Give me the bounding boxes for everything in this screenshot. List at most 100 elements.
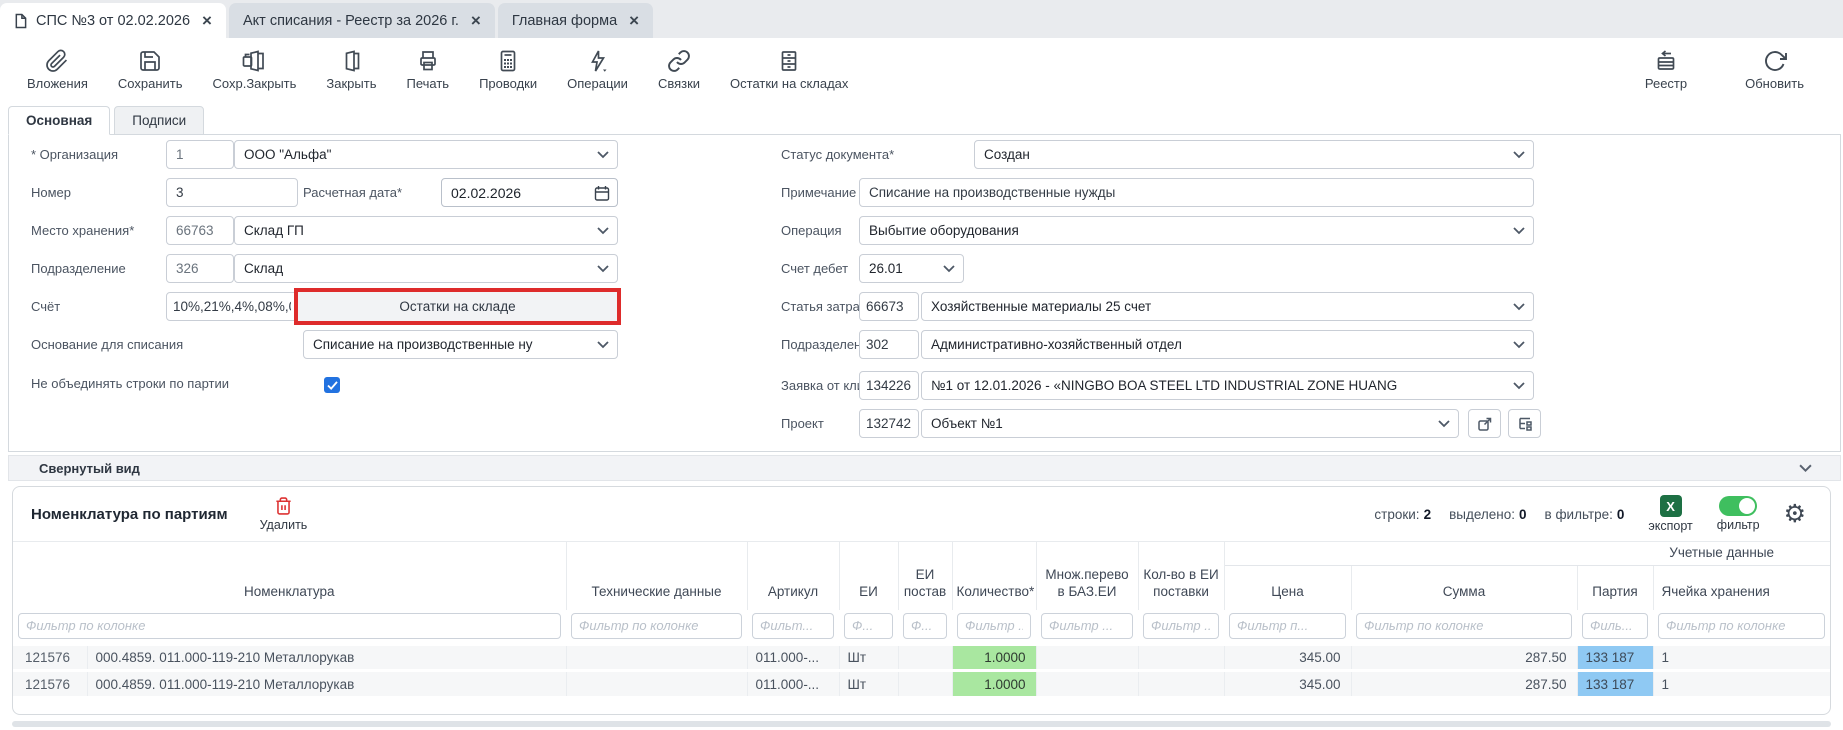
cell-quantity[interactable]: 1.0000 (952, 671, 1036, 698)
links-button[interactable]: Связки (658, 47, 700, 91)
storage-code-input[interactable] (166, 216, 234, 245)
cell-base-mult[interactable] (1036, 644, 1138, 671)
project-tree-button[interactable] (1508, 409, 1541, 438)
tab-main[interactable]: Основная (8, 106, 110, 135)
col-header-tech-data[interactable]: Технические данные (566, 542, 747, 610)
filter-input-base-mult[interactable] (1041, 613, 1133, 639)
cell-supplier-unit[interactable] (898, 671, 952, 698)
filter-input-price[interactable] (1229, 613, 1346, 639)
col-header-storage-cell[interactable]: Ячейка хранения (1653, 566, 1830, 610)
filter-input-tech-data[interactable] (571, 613, 742, 639)
close-button[interactable]: Закрыть (326, 47, 376, 91)
postings-button[interactable]: Проводки (479, 47, 537, 91)
cell-nomenclature[interactable]: 000.4859. 011.000-119-210 Металлорукав (87, 671, 566, 698)
col-header-article[interactable]: Артикул (747, 542, 839, 610)
col-header-sum[interactable]: Сумма (1351, 566, 1577, 610)
project-code-input[interactable] (859, 409, 919, 438)
col-header-base-mult[interactable]: Множ.перево в БАЗ.ЕИ (1036, 542, 1138, 610)
cell-row-id[interactable]: 121576 (13, 644, 87, 671)
save-button[interactable]: Сохранить (118, 47, 183, 91)
print-button[interactable]: Печать (406, 47, 449, 91)
gear-icon[interactable]: ⚙ (1784, 502, 1806, 527)
window-tab-document[interactable]: СПС №3 от 02.02.2026 × (0, 3, 226, 38)
cell-article[interactable]: 011.000-... (747, 644, 839, 671)
cell-quantity[interactable]: 1.0000 (952, 644, 1036, 671)
client-request-select[interactable]: №1 от 12.01.2026 - «NINGBO BOA STEEL LTD… (921, 371, 1534, 400)
refresh-button[interactable]: Обновить (1745, 47, 1804, 91)
storage-select[interactable]: Склад ГП (234, 216, 618, 245)
cell-batch[interactable]: 133 187 (1577, 671, 1653, 698)
col-header-quantity[interactable]: Количество* (952, 542, 1036, 610)
close-icon[interactable]: × (471, 12, 481, 29)
cell-article[interactable]: 011.000-... (747, 671, 839, 698)
no-merge-checkbox[interactable] (324, 377, 340, 393)
project-select[interactable]: Объект №1 (921, 409, 1459, 438)
filter-input-unit[interactable] (844, 613, 893, 639)
window-tab-registry[interactable]: Акт списания - Реестр за 2026 г. × (229, 3, 495, 38)
cell-unit[interactable]: Шт (839, 644, 898, 671)
filter-input-storage-cell[interactable] (1658, 613, 1825, 639)
filter-toggle[interactable]: фильтр (1717, 496, 1760, 532)
col-header-unit[interactable]: ЕИ (839, 542, 898, 610)
cell-price[interactable]: 345.00 (1224, 644, 1351, 671)
filter-input-batch[interactable] (1582, 613, 1648, 639)
delete-row-button[interactable]: Удалить (260, 496, 308, 532)
save-close-button[interactable]: Сохр.Закрыть (213, 47, 297, 91)
cell-sum[interactable]: 287.50 (1351, 644, 1577, 671)
filter-input-supplier-unit[interactable] (903, 613, 947, 639)
department-select[interactable]: Склад (234, 254, 618, 283)
cost-item-select[interactable]: Хозяйственные материалы 25 счет (921, 292, 1534, 321)
organization-code-input[interactable] (166, 140, 234, 169)
debit-account-select[interactable]: 26.01 (859, 254, 964, 283)
filter-input-sum[interactable] (1356, 613, 1572, 639)
cell-storage-cell[interactable]: 1 (1653, 671, 1830, 698)
table-row[interactable]: 121576 000.4859. 011.000-119-210 Металло… (13, 644, 1830, 671)
filter-input-quantity[interactable] (957, 613, 1031, 639)
cell-supplier-qty[interactable] (1138, 644, 1224, 671)
cell-price[interactable]: 345.00 (1224, 671, 1351, 698)
cell-supplier-unit[interactable] (898, 644, 952, 671)
tab-signatures[interactable]: Подписи (114, 106, 204, 135)
cost-item-code-input[interactable] (859, 292, 919, 321)
cost-department-code-input[interactable] (859, 330, 919, 359)
col-header-batch[interactable]: Партия (1577, 566, 1653, 610)
cell-sum[interactable]: 287.50 (1351, 671, 1577, 698)
note-input[interactable] (859, 178, 1534, 207)
registry-button[interactable]: Реестр (1645, 47, 1687, 91)
attachments-button[interactable]: Вложения (27, 47, 88, 91)
organization-select[interactable]: ООО "Альфа" (234, 140, 618, 169)
cell-tech-data[interactable] (566, 644, 747, 671)
cell-nomenclature[interactable]: 000.4859. 011.000-119-210 Металлорукав (87, 644, 566, 671)
number-input[interactable] (166, 178, 298, 207)
collapsed-view-bar[interactable]: Свернутый вид (8, 455, 1841, 481)
account-input[interactable] (166, 292, 298, 321)
col-header-price[interactable]: Цена (1224, 566, 1351, 610)
filter-input-article[interactable] (752, 613, 834, 639)
close-icon[interactable]: × (202, 12, 212, 29)
table-row[interactable]: 121576 000.4859. 011.000-119-210 Металло… (13, 671, 1830, 698)
filter-input-nomenclature[interactable] (18, 613, 561, 639)
close-icon[interactable]: × (629, 12, 639, 29)
col-header-nomenclature[interactable]: Номенклатура (13, 542, 566, 610)
filter-input-supplier-qty[interactable] (1143, 613, 1219, 639)
operations-button[interactable]: Операции (567, 47, 628, 91)
window-tab-main-form[interactable]: Главная форма × (498, 3, 653, 38)
cell-unit[interactable]: Шт (839, 671, 898, 698)
export-excel-button[interactable]: X экспорт (1648, 495, 1692, 533)
calc-date-input[interactable]: 02.02.2026 (441, 178, 618, 207)
cell-tech-data[interactable] (566, 671, 747, 698)
cell-batch[interactable]: 133 187 (1577, 644, 1653, 671)
operation-select[interactable]: Выбытие оборудования (859, 216, 1534, 245)
col-header-supplier-qty[interactable]: Кол-во в ЕИ поставки (1138, 542, 1224, 610)
client-request-code-input[interactable] (859, 371, 919, 400)
warehouse-stock-button[interactable]: Остатки на складах (730, 47, 848, 91)
project-open-window-button[interactable] (1468, 409, 1501, 438)
status-select[interactable]: Создан (974, 140, 1534, 169)
cell-base-mult[interactable] (1036, 671, 1138, 698)
department-code-input[interactable] (166, 254, 234, 283)
cost-department-select[interactable]: Административно-хозяйственный отдел (921, 330, 1534, 359)
cell-storage-cell[interactable]: 1 (1653, 644, 1830, 671)
horizontal-scrollbar[interactable] (12, 721, 1831, 727)
col-header-supplier-unit[interactable]: ЕИ постав (898, 542, 952, 610)
cell-row-id[interactable]: 121576 (13, 671, 87, 698)
